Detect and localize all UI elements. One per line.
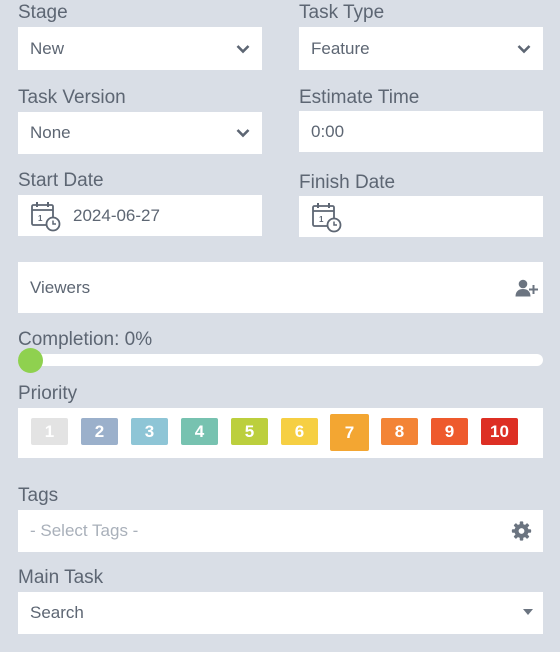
stage-select[interactable]: New (18, 27, 262, 70)
svg-text:1: 1 (38, 214, 43, 223)
chevron-down-icon (517, 44, 531, 53)
main-task-label: Main Task (18, 567, 104, 588)
gear-icon[interactable] (511, 521, 532, 542)
estimate-time-label: Estimate Time (299, 87, 420, 108)
add-user-icon[interactable] (514, 278, 538, 298)
finish-date-label: Finish Date (299, 172, 396, 193)
priority-option-2[interactable]: 2 (81, 418, 118, 445)
viewers-input[interactable]: Viewers (18, 262, 543, 313)
task-type-label: Task Type (299, 2, 385, 23)
priority-option-8[interactable]: 8 (381, 418, 418, 445)
start-date-label: Start Date (18, 170, 104, 191)
task-version-value: None (30, 123, 71, 142)
tags-select[interactable]: - Select Tags - (18, 510, 543, 552)
priority-option-10[interactable]: 10 (481, 418, 518, 445)
completion-slider-handle[interactable] (18, 348, 43, 373)
priority-option-5[interactable]: 5 (231, 418, 268, 445)
task-type-value: Feature (311, 38, 370, 58)
priority-option-4[interactable]: 4 (181, 418, 218, 445)
priority-label: Priority (18, 383, 78, 404)
stage-value: New (30, 38, 65, 58)
main-task-placeholder: Search (30, 603, 84, 622)
calendar-clock-icon[interactable]: 1 (311, 201, 343, 233)
main-task-select[interactable]: Search (18, 592, 543, 634)
viewers-placeholder: Viewers (30, 277, 91, 297)
start-date-input[interactable]: 1 2024-06-27 (18, 195, 262, 236)
task-version-select[interactable]: None (18, 112, 262, 154)
tags-placeholder: - Select Tags - (30, 521, 139, 540)
completion-slider-track[interactable] (18, 354, 543, 366)
priority-option-6[interactable]: 6 (281, 418, 318, 445)
caret-down-icon (523, 609, 533, 615)
task-type-select[interactable]: Feature (299, 27, 543, 70)
start-date-value: 2024-06-27 (73, 205, 160, 225)
priority-option-9[interactable]: 9 (431, 418, 468, 445)
calendar-clock-icon[interactable]: 1 (30, 200, 62, 232)
stage-label: Stage (18, 2, 68, 23)
chevron-down-icon (236, 129, 250, 138)
priority-option-3[interactable]: 3 (131, 418, 168, 445)
priority-option-7[interactable]: 7 (330, 414, 369, 451)
priority-option-1[interactable]: 1 (31, 418, 68, 445)
chevron-down-icon (236, 44, 250, 53)
task-version-label: Task Version (18, 87, 126, 108)
svg-text:1: 1 (319, 215, 324, 224)
completion-label: Completion: 0% (18, 329, 153, 350)
estimate-time-value: 0:00 (311, 121, 345, 141)
finish-date-input[interactable]: 1 (299, 196, 543, 237)
estimate-time-input[interactable]: 0:00 (299, 111, 543, 152)
tags-label: Tags (18, 485, 59, 506)
